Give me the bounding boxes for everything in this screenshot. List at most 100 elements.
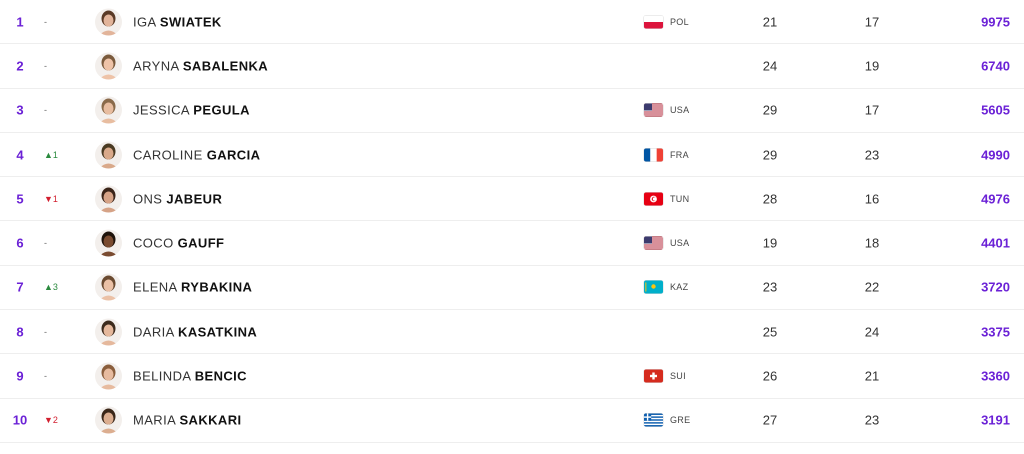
ranking-row-10[interactable]: 10 ▼2 MARIA SAKKARI GRE 27 23 3191 [0,399,1024,443]
ranking-points: 3720 [981,279,1010,295]
player-first-name: BELINDA [133,368,191,384]
match-wins: 19 [864,58,880,74]
player-avatar[interactable] [95,362,122,390]
match-wins: 16 [864,191,880,207]
tournaments-played: 28 [762,191,778,207]
player-avatar[interactable] [95,229,122,257]
player-name[interactable]: DARIA KASATKINA [133,324,257,339]
rank-movement: - [44,238,47,249]
player-last-name: JABEUR [166,191,223,207]
match-wins: 23 [864,147,880,163]
ranking-points: 3191 [981,412,1010,428]
country-code: SUI [670,371,686,382]
player-avatar[interactable] [95,406,122,434]
ranking-row-5[interactable]: 5 ▼1 ONS JABEUR TUN 28 16 4976 [0,177,1024,222]
ranking-points: 4401 [981,235,1010,251]
rank-movement: ▲1 [44,149,58,160]
ranking-points: 4990 [981,147,1010,163]
player-name[interactable]: ARYNA SABALENKA [133,58,268,73]
rank-number: 3 [16,102,24,118]
rank-number: 1 [16,14,24,30]
ranking-row-2[interactable]: 2 - ARYNA SABALENKA 24 19 6740 [0,44,1024,89]
player-avatar[interactable] [95,318,122,346]
ranking-row-9[interactable]: 9 - BELINDA BENCIC SUI 26 21 3360 [0,354,1024,399]
match-wins: 17 [864,14,880,30]
player-first-name: ARYNA [133,58,179,74]
player-first-name: MARIA [133,412,176,428]
rank-number: 9 [16,368,24,384]
player-name[interactable]: JESSICA PEGULA [133,103,250,118]
ranking-row-1[interactable]: 1 - IGA SWIATEK POL 21 17 9975 [0,0,1024,45]
ranking-row-7[interactable]: 7 ▲3 ELENA RYBAKINA KAZ 23 22 3720 [0,266,1024,311]
match-wins: 18 [864,235,880,251]
player-last-name: GAUFF [177,235,225,251]
tournaments-played: 29 [762,147,778,163]
match-wins: 21 [864,368,880,384]
country-code: GRE [670,415,691,426]
rank-movement: ▼2 [44,415,58,426]
ranking-points: 5605 [981,102,1010,118]
match-wins: 23 [864,412,880,428]
rank-movement: - [44,60,47,71]
ranking-row-6[interactable]: 6 - COCO GAUFF USA 19 18 4401 [0,221,1024,266]
rank-number: 2 [16,58,24,74]
country-code: POL [670,16,689,27]
player-name[interactable]: ONS JABEUR [133,191,222,206]
tournaments-played: 19 [762,235,778,251]
player-name[interactable]: CAROLINE GARCIA [133,147,260,162]
player-last-name: BENCIC [194,368,247,384]
player-last-name: RYBAKINA [180,279,253,295]
player-name[interactable]: ELENA RYBAKINA [133,280,252,295]
player-avatar[interactable] [95,185,122,213]
player-last-name: SABALENKA [182,58,269,74]
player-avatar[interactable] [95,273,122,301]
country-code: USA [670,105,690,116]
ranking-points: 4976 [981,191,1010,207]
player-first-name: DARIA [133,324,175,340]
rank-movement: - [44,326,47,337]
rank-movement: - [44,371,47,382]
rank-number: 10 [12,412,28,428]
player-name[interactable]: MARIA SAKKARI [133,413,242,428]
poland-flag-icon [644,15,663,29]
country-code: USA [670,238,690,249]
tournaments-played: 26 [762,368,778,384]
player-name[interactable]: COCO GAUFF [133,236,224,251]
ranking-row-3[interactable]: 3 - JESSICA PEGULA USA 29 17 5605 [0,89,1024,133]
player-last-name: KASATKINA [178,324,258,340]
tournaments-played: 25 [762,324,778,340]
rank-number: 4 [16,147,24,163]
player-last-name: SAKKARI [179,412,242,428]
country-code: TUN [670,193,690,204]
tournaments-played: 24 [762,58,778,74]
ranking-row-8[interactable]: 8 - DARIA KASATKINA 25 24 3375 [0,310,1024,355]
match-wins: 17 [864,102,880,118]
ranking-points: 3375 [981,324,1010,340]
ranking-points: 9975 [981,14,1010,30]
player-avatar[interactable] [95,141,122,169]
match-wins: 22 [864,279,880,295]
player-first-name: IGA [133,14,156,30]
player-avatar[interactable] [95,96,122,124]
player-first-name: JESSICA [133,102,190,118]
ranking-row-4[interactable]: 4 ▲1 CAROLINE GARCIA FRA 29 23 4990 [0,133,1024,178]
player-avatar[interactable] [95,52,122,80]
player-last-name: PEGULA [193,102,250,118]
player-avatar[interactable] [95,8,122,36]
rank-number: 6 [16,235,24,251]
player-name[interactable]: BELINDA BENCIC [133,369,247,384]
player-last-name: SWIATEK [159,14,222,30]
rank-number: 7 [16,279,24,295]
usa-flag-icon [644,236,663,250]
tunisia-flag-icon [644,192,663,206]
rankings-table: 1 - IGA SWIATEK POL 21 17 9975 2 - ARYNA… [0,0,1024,454]
france-flag-icon [644,148,663,162]
usa-flag-icon [644,103,663,117]
player-name[interactable]: IGA SWIATEK [133,14,222,29]
tournaments-played: 29 [762,102,778,118]
switzerland-flag-icon [644,369,663,383]
rank-number: 8 [16,324,24,340]
rank-movement: ▼1 [44,193,58,204]
ranking-points: 3360 [981,368,1010,384]
country-code: KAZ [670,282,689,293]
